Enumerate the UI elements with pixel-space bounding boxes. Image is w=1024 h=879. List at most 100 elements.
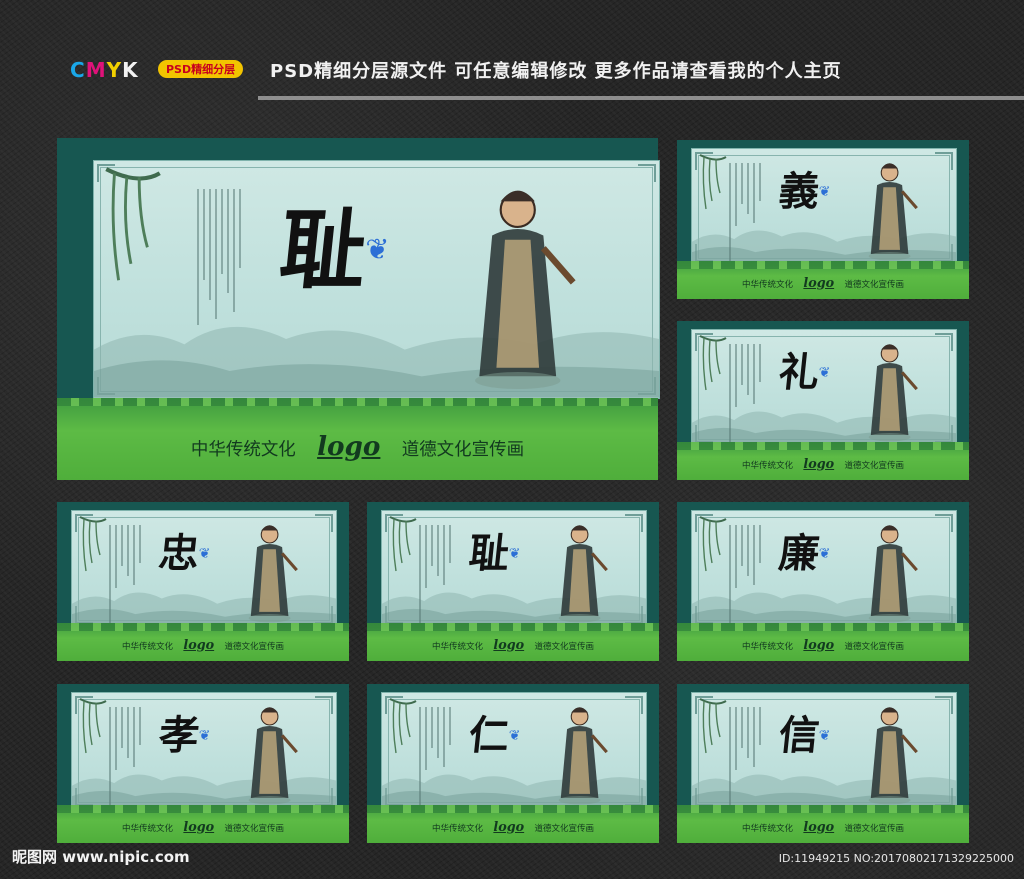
green-base-band: 中华传统文化 logo 道德文化宣传画 [677,261,969,299]
cmyk-letter-y: Y [106,58,123,82]
butterfly-icon: ❦ [818,183,831,200]
virtue-character: 義 [776,168,818,216]
footer-right-text: 道德文化宣传画 [844,641,904,652]
poster-board-yi: 義 ❦ 中华传统文化 logo 道德文化宣传画 [677,140,969,299]
poster-board-ren: 仁 ❦ 中华传统文化 logo 道德文化宣传画 [367,684,659,843]
footer-logo: logo [803,456,835,472]
corner-ornament [625,514,643,532]
board-panel: 廉 ❦ [691,510,957,628]
filial-son-figure [230,702,309,806]
footer-left-text: 中华传统文化 [742,460,794,471]
corner-ornament [625,696,643,714]
virtue-character: 仁 [466,712,508,760]
corner-ornament [935,696,953,714]
image-id-text: ID:11949215 NO:20170802171329225000 [778,852,1014,865]
butterfly-icon: ❦ [818,545,831,562]
virtue-character: 礼 [776,349,818,397]
virtue-character: 耻 [466,530,508,578]
footer-right-text: 道德文化宣传画 [534,823,594,834]
footer-logo: logo [493,637,525,653]
header-headline: PSD精细分层源文件 可任意编辑修改 更多作品请查看我的个人主页 [270,61,842,82]
poster-board-zhong: 忠 ❦ 中华传统文化 logo 道德文化宣传画 [57,502,349,661]
footer-logo: logo [317,430,381,462]
green-base-band: 中华传统文化 logo 道德文化宣传画 [677,623,969,661]
poster-board-xin: 信 ❦ 中华传统文化 logo 道德文化宣传画 [677,684,969,843]
butterfly-icon: ❦ [818,364,831,381]
poster-board-chi: 耻 ❦ 中华传统文化 logo 道德文化宣传画 [367,502,659,661]
vertical-text-column [724,524,761,627]
wave-pattern [57,623,349,631]
footer-left-text: 中华传统文化 [122,823,174,834]
butterfly-icon: ❦ [365,232,390,267]
board-panel: 耻 ❦ [381,510,647,628]
green-base-band: 中华传统文化 logo 道德文化宣传画 [57,398,658,480]
footer-left-text: 中华传统文化 [190,439,296,460]
scholar-under-plum-figure [850,702,929,806]
board-panel: 義 ❦ [691,148,957,266]
board-panel: 仁 ❦ [381,692,647,810]
footer-right-text: 道德文化宣传画 [224,823,284,834]
cmyk-letter-k: K [122,58,139,82]
footer-right-text: 道德文化宣传画 [844,823,904,834]
vertical-text-column [104,524,141,627]
cmyk-letter-c: C [70,58,86,82]
board-footer: 中华传统文化 logo 道德文化宣传画 [677,638,969,653]
vertical-text-column [414,706,451,809]
vertical-text-column [724,706,761,809]
footer-left-text: 中华传统文化 [432,641,484,652]
armored-general-figure [540,520,619,624]
board-footer: 中华传统文化 logo 道德文化宣传画 [677,457,969,472]
cmyk-letter-m: M [85,58,107,82]
board-panel: 礼 ❦ [691,329,957,447]
virtue-character: 信 [776,712,818,760]
footer-logo: logo [183,819,215,835]
footer-logo: logo [183,637,215,653]
wave-pattern [57,805,349,813]
virtue-character: 孝 [156,712,198,760]
cmyk-logo: CMYK [70,58,139,82]
vertical-text-column [724,162,761,265]
wave-pattern [677,442,969,450]
board-footer: 中华传统文化 logo 道德文化宣传画 [367,638,659,653]
corner-ornament [315,696,333,714]
wave-pattern [367,805,659,813]
butterfly-icon: ❦ [198,727,211,744]
footer-left-text: 中华传统文化 [742,641,794,652]
board-footer: 中华传统文化 logo 道德文化宣传画 [57,431,658,462]
board-panel: 信 ❦ [691,692,957,810]
footer-left-text: 中华传统文化 [742,279,794,290]
footer-left-text: 中华传统文化 [432,823,484,834]
wave-pattern [367,623,659,631]
board-footer: 中华传统文化 logo 道德文化宣传画 [367,820,659,835]
header-divider [258,96,1024,100]
poster-board-li: 礼 ❦ 中华传统文化 logo 道德文化宣传画 [677,321,969,480]
vertical-text-column [724,343,761,446]
virtue-character: 耻 [275,200,368,302]
footer-left-text: 中华传统文化 [122,641,174,652]
footer-right-text: 道德文化宣传画 [844,460,904,471]
butterfly-icon: ❦ [508,545,521,562]
poster-board-xiao: 孝 ❦ 中华传统文化 logo 道德文化宣传画 [57,684,349,843]
corner-ornament [935,152,953,170]
poster-board-main: 耻 ❦ 中华传统文化 logo 道德文化宣传画 [57,138,660,480]
corner-ornament [935,514,953,532]
green-base-band: 中华传统文化 logo 道德文化宣传画 [367,805,659,843]
footer-right-text: 道德文化宣传画 [224,641,284,652]
board-footer: 中华传统文化 logo 道德文化宣传画 [57,820,349,835]
footer-right-text: 道德文化宣传画 [534,641,594,652]
wave-pattern [677,805,969,813]
loyal-official-figure [230,520,309,624]
corner-ornament [935,333,953,351]
footer-right-text: 道德文化宣传画 [401,439,525,460]
vertical-text-column [414,524,451,627]
virtue-character: 忠 [156,530,198,578]
psd-tag-badge: PSD精细分层 [158,60,244,78]
robed-official-figure [850,520,929,624]
virtue-character: 廉 [776,530,818,578]
board-footer: 中华传统文化 logo 道德文化宣传画 [677,820,969,835]
green-base-band: 中华传统文化 logo 道德文化宣传画 [677,805,969,843]
butterfly-icon: ❦ [818,727,831,744]
board-panel: 孝 ❦ [71,692,337,810]
poster-board-lian: 廉 ❦ 中华传统文化 logo 道德文化宣传画 [677,502,969,661]
corner-ornament [315,514,333,532]
